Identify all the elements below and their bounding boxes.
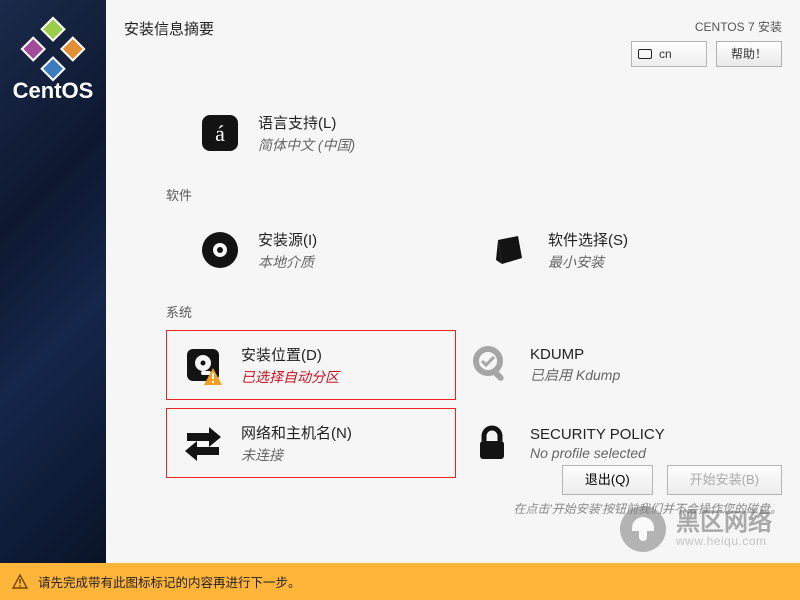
watermark-text-zh: 黑区网络 (676, 511, 772, 535)
swsel-sub: 最小安装 (548, 252, 628, 272)
disc-icon (194, 224, 246, 276)
quit-button[interactable]: 退出(Q) (562, 465, 653, 495)
swsel-title: 软件选择(S) (548, 229, 628, 250)
keyboard-code: cn (659, 47, 672, 61)
dest-title: 安装位置(D) (241, 344, 339, 365)
footer-buttons: 退出(Q) 开始安装(B) (562, 465, 782, 495)
keyboard-icon (638, 49, 652, 59)
source-title: 安装源(I) (258, 229, 317, 250)
watermark-text-en: www.heiqu.com (676, 535, 772, 547)
net-sub: 未连接 (241, 445, 352, 465)
kdump-sub: 已启用 Kdump (530, 365, 620, 385)
secpol-sub: No profile selected (530, 445, 665, 461)
brand-block: CentOS (0, 26, 106, 104)
spoke-install-destination[interactable]: 安装位置(D) 已选择自动分区 (166, 330, 456, 400)
network-icon (177, 417, 229, 469)
source-sub: 本地介质 (258, 252, 317, 272)
watermark: 黑区网络 www.heiqu.com (620, 506, 772, 552)
spoke-network[interactable]: 网络和主机名(N) 未连接 (166, 408, 456, 478)
lock-icon (466, 417, 518, 469)
install-label: CENTOS 7 安装 (631, 18, 782, 35)
warning-icon (12, 574, 28, 590)
secpol-title: SECURITY POLICY (530, 426, 665, 443)
help-button[interactable]: 帮助！ (716, 41, 782, 67)
kdump-title: KDUMP (530, 346, 620, 363)
spoke-kdump[interactable]: KDUMP 已启用 Kdump (456, 330, 746, 400)
warning-bar: 请先完成带有此图标标记的内容再进行下一步。 (0, 563, 800, 600)
warning-text: 请先完成带有此图标标记的内容再进行下一步。 (38, 572, 301, 591)
net-title: 网络和主机名(N) (241, 422, 352, 443)
brand-label: CentOS (0, 78, 106, 104)
page-title: 安装信息摘要 (124, 18, 214, 39)
dest-sub: 已选择自动分区 (241, 367, 339, 387)
spoke-language-support[interactable]: á 语言支持(L) 简体中文 (中国) (184, 99, 474, 167)
watermark-icon (620, 506, 666, 552)
section-system: 系统 (166, 302, 782, 321)
hdd-icon (177, 339, 229, 391)
section-software: 软件 (166, 185, 782, 204)
language-title: 语言支持(L) (258, 112, 355, 133)
language-icon: á (194, 107, 246, 159)
main-area: 安装信息摘要 CENTOS 7 安装 cn 帮助！ á 语言支持(L) 简体中文… (106, 0, 800, 563)
begin-install-button[interactable]: 开始安装(B) (667, 465, 782, 495)
spoke-software-selection[interactable]: 软件选择(S) 最小安装 (474, 216, 764, 284)
topbar: 安装信息摘要 CENTOS 7 安装 cn 帮助！ (124, 0, 782, 67)
warning-icon (203, 367, 223, 387)
spoke-install-source[interactable]: 安装源(I) 本地介质 (184, 216, 474, 284)
language-sub: 简体中文 (中国) (258, 135, 355, 155)
sidebar: CentOS (0, 0, 106, 563)
keyboard-button[interactable]: cn (631, 41, 707, 67)
centos-logo-icon (20, 16, 85, 81)
svg-text:á: á (215, 121, 225, 146)
inspect-icon (466, 339, 518, 391)
package-icon (484, 224, 536, 276)
